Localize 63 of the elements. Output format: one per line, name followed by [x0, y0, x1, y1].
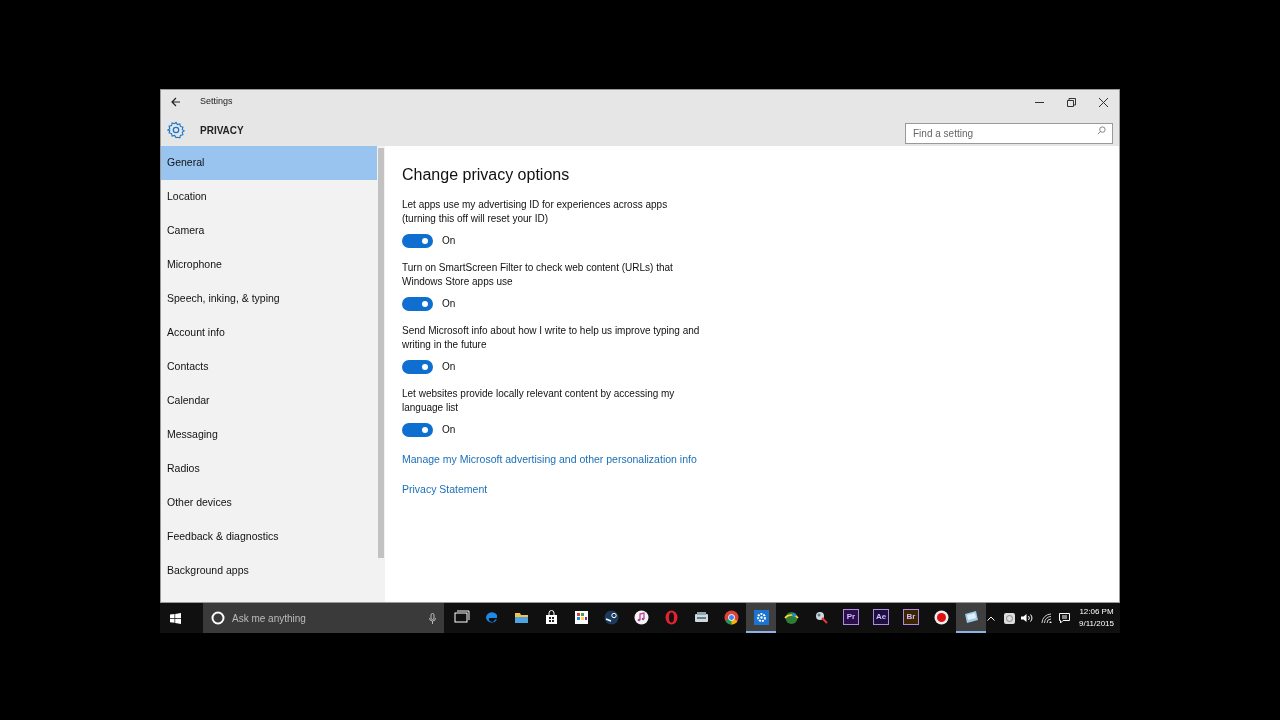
toggle-switch[interactable] — [402, 296, 433, 311]
sidebar-item[interactable]: Speech, inking, & typing — [161, 282, 377, 316]
windows-logo-icon[interactable] — [170, 612, 181, 624]
taskbar-button[interactable] — [746, 603, 776, 633]
taskbar-button[interactable]: Ae — [866, 603, 896, 633]
chevron-up-icon[interactable] — [987, 615, 995, 621]
chrome-icon — [722, 608, 740, 626]
clock-date[interactable]: 9/11/2015 — [1079, 618, 1114, 630]
close-icon — [1098, 97, 1108, 107]
back-icon[interactable] — [171, 97, 181, 107]
wifi-icon[interactable] — [1041, 613, 1052, 623]
sidebar-item[interactable]: Calendar — [161, 384, 377, 418]
minimize-icon — [1034, 101, 1044, 103]
search-icon — [1097, 125, 1106, 135]
link[interactable]: Privacy Statement — [402, 481, 488, 498]
search-field[interactable]: Find a setting — [905, 122, 1113, 144]
microphone-icon[interactable] — [429, 613, 436, 624]
task-view-icon — [452, 608, 470, 626]
sidebar-item[interactable]: Feedback & diagnostics — [161, 520, 377, 554]
window-title: Settings — [200, 95, 233, 109]
sidebar-item[interactable]: Contacts — [161, 350, 377, 384]
tray-app-icon[interactable] — [1004, 612, 1015, 624]
gear-icon — [752, 608, 770, 626]
gear-icon — [167, 121, 185, 139]
scrollbar[interactable] — [377, 146, 385, 602]
option-description: Let websites provide locally relevant content by accessing my language list — [402, 387, 676, 415]
sidebar-item[interactable]: Other devices — [161, 486, 377, 520]
music-note-icon — [632, 608, 650, 626]
sidebar-item[interactable]: Messaging — [161, 418, 377, 452]
sidebar-item[interactable]: Background apps — [161, 554, 377, 588]
taskbar-button[interactable] — [956, 603, 986, 633]
volume-icon[interactable] — [1021, 613, 1033, 623]
toggle-switch[interactable] — [402, 359, 433, 374]
link[interactable]: Manage my Microsoft advertising and other personalization info — [402, 452, 697, 468]
option-description: Let apps use my advertising ID for experiences across apps (turning this off will reset your ID) — [402, 198, 669, 226]
sidebar-item[interactable]: Account info — [161, 316, 377, 350]
toggle-state-label: On — [442, 360, 456, 374]
sidebar-item[interactable]: General — [161, 146, 377, 180]
toggle-switch[interactable] — [402, 422, 433, 437]
record-icon — [932, 608, 950, 626]
circle-icon — [211, 611, 225, 625]
taskbar-button[interactable]: Pr — [836, 603, 866, 633]
toggle-state-label: On — [442, 297, 456, 311]
sidebar-item[interactable]: Location — [161, 180, 377, 214]
page-heading: Change privacy options — [402, 165, 571, 185]
sidebar-item[interactable]: Camera — [161, 214, 377, 248]
cortana-search-field[interactable]: Ask me anything — [203, 603, 444, 633]
taskbar-button[interactable]: Br — [896, 603, 926, 633]
toggle-switch[interactable] — [402, 233, 433, 248]
clock-time[interactable]: 12:06 PM — [1079, 606, 1114, 618]
toggle-state-label: On — [442, 423, 456, 437]
sidebar-item[interactable]: Radios — [161, 452, 377, 486]
steam-icon — [602, 608, 620, 626]
section-title: PRIVACY — [200, 123, 244, 138]
opera-icon — [662, 608, 680, 626]
option-description: Turn on SmartScreen Filter to check web content (URLs) that Windows Store apps use — [402, 261, 674, 289]
grid-icon — [572, 608, 590, 626]
sidebar-item[interactable]: Microphone — [161, 248, 377, 282]
restore-icon — [1066, 97, 1076, 107]
toggle-state-label: On — [442, 234, 456, 248]
app-window-icon — [962, 608, 980, 626]
notification-icon[interactable] — [1059, 612, 1070, 624]
option-description: Send Microsoft info about how I write to help us improve typing and writing in the future — [402, 324, 701, 352]
